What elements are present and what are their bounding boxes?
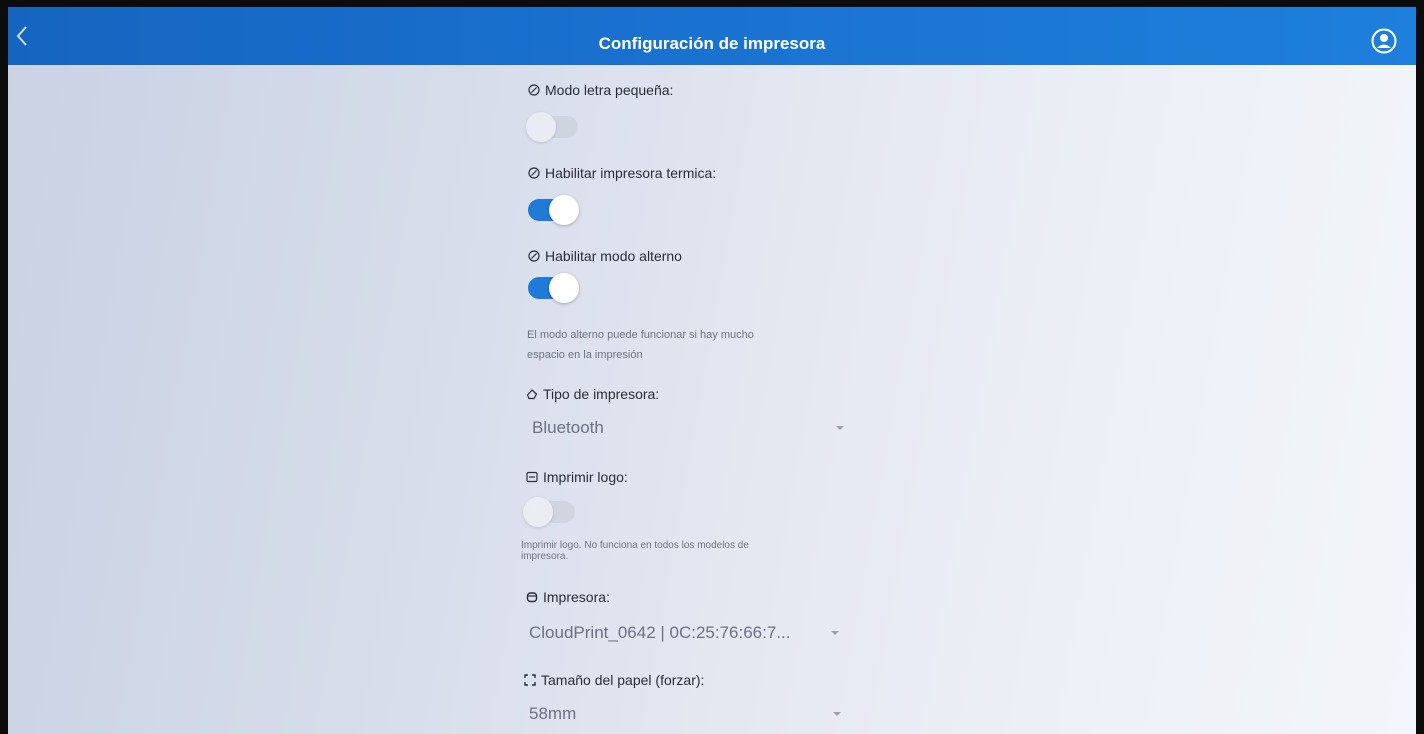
chevron-down-icon — [836, 426, 844, 430]
printer-label: Impresora: — [526, 589, 610, 605]
expand-icon — [524, 674, 536, 686]
printer-icon — [526, 591, 538, 603]
thermal-printer-label: Habilitar impresora termica: — [528, 165, 716, 181]
chevron-down-icon — [831, 631, 839, 635]
alternate-mode-label: Habilitar modo alterno — [528, 248, 682, 264]
printer-select[interactable]: CloudPrint_0642 | 0C:25:76:66:7... — [529, 618, 839, 648]
small-font-toggle[interactable] — [526, 111, 580, 143]
printer-type-label: Tipo de impresora: — [526, 386, 659, 402]
alternate-mode-hint: El modo alterno puede funcionar si hay m… — [527, 325, 754, 365]
printer-type-value: Bluetooth — [532, 418, 604, 437]
print-logo-label-text: Imprimir logo: — [543, 469, 628, 485]
printer-label-text: Impresora: — [543, 589, 610, 605]
paper-size-label-text: Tamaño del papel (forzar): — [541, 672, 705, 688]
alternate-mode-hint-line2: espacio en la impresión — [527, 349, 643, 361]
alternate-mode-hint-line1: El modo alterno puede funcionar si hay m… — [527, 329, 754, 341]
toggle-knob — [523, 497, 553, 527]
toggle-knob — [549, 273, 579, 303]
printer-value: CloudPrint_0642 | 0C:25:76:66:7... — [529, 623, 791, 642]
paper-size-select[interactable]: 58mm — [529, 699, 841, 729]
app-screen: Configuración de impresora Modo letra pe… — [8, 7, 1416, 734]
printer-type-icon — [526, 388, 538, 400]
thermal-printer-toggle[interactable] — [526, 194, 580, 226]
print-logo-toggle[interactable] — [523, 496, 577, 528]
printer-type-select[interactable]: Bluetooth — [532, 413, 844, 443]
alternate-mode-toggle[interactable] — [526, 272, 580, 304]
circle-check-icon — [528, 167, 540, 179]
small-font-label-text: Modo letra pequeña: — [545, 82, 674, 98]
image-icon — [526, 471, 538, 483]
paper-size-value: 58mm — [529, 704, 577, 723]
circle-check-icon — [528, 250, 540, 262]
print-logo-label: Imprimir logo: — [526, 469, 628, 485]
printer-type-label-text: Tipo de impresora: — [543, 386, 660, 402]
small-font-label: Modo letra pequeña: — [528, 82, 673, 98]
printer-settings-form: Modo letra pequeña: Habilitar impresora … — [8, 7, 1416, 734]
toggle-knob — [526, 112, 556, 142]
circle-check-icon — [528, 84, 540, 96]
alternate-mode-label-text: Habilitar modo alterno — [545, 248, 682, 264]
paper-size-label: Tamaño del papel (forzar): — [524, 672, 704, 688]
toggle-knob — [549, 195, 579, 225]
chevron-down-icon — [833, 712, 841, 716]
print-logo-hint-line1: Imprimir logo. No funciona en todos los … — [521, 540, 749, 551]
print-logo-hint: Imprimir logo. No funciona en todos los … — [521, 540, 749, 562]
thermal-printer-label-text: Habilitar impresora termica: — [545, 165, 717, 181]
print-logo-hint-line2: impresora. — [521, 551, 569, 562]
